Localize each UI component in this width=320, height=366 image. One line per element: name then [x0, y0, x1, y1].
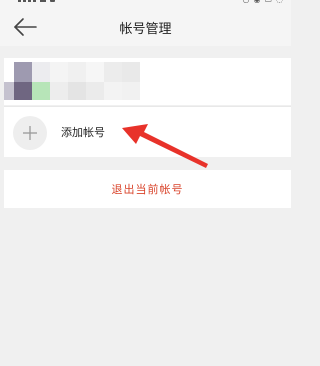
app-header: 帐号管理	[0, 8, 291, 46]
status-bar: ◔◉▭◌	[0, 0, 291, 8]
signal-icons	[18, 0, 55, 2]
status-icons: ◔◉▭◌	[242, 0, 283, 4]
logout-button[interactable]: 退出当前帐号	[4, 170, 291, 208]
red-arrow-icon	[122, 124, 208, 168]
logout-label: 退出当前帐号	[111, 183, 184, 196]
add-account-label: 添加帐号	[61, 126, 105, 139]
page-title: 帐号管理	[119, 22, 172, 37]
plus-icon	[13, 116, 47, 150]
account-item[interactable]	[4, 58, 291, 105]
